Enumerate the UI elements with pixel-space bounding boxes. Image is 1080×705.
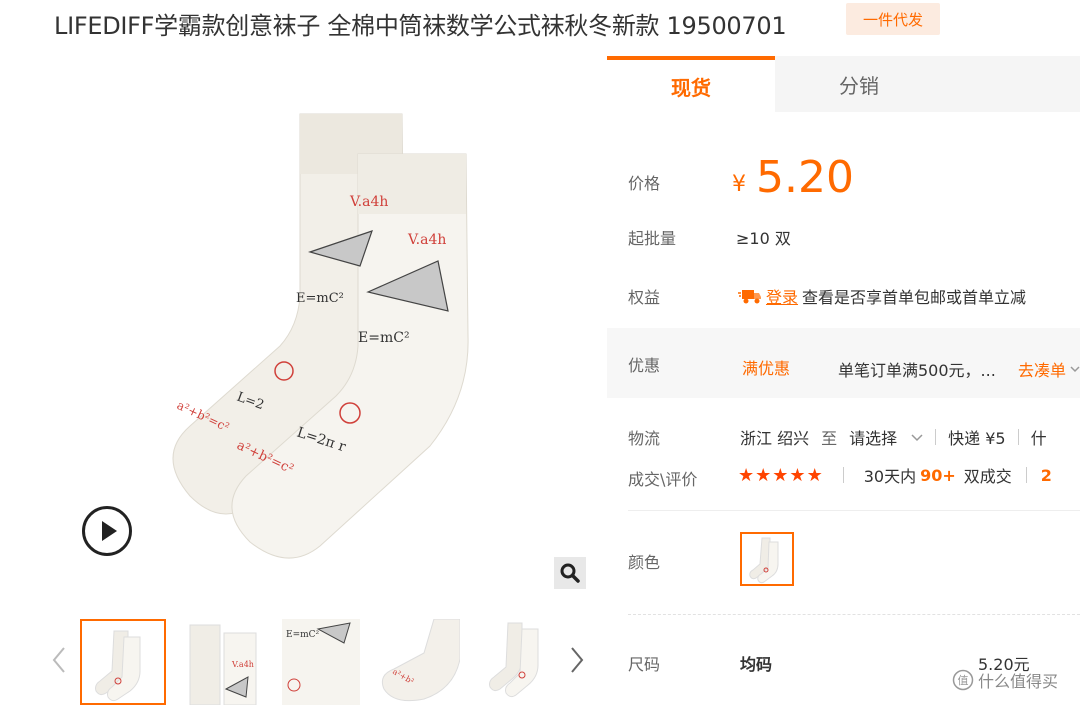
logistics-row: 浙江 绍兴 至 请选择 快递 ¥5 什	[740, 425, 1047, 449]
deal-suffix: 双成交	[963, 467, 1012, 486]
thumbnail-5[interactable]	[478, 619, 564, 705]
destination-select[interactable]: 请选择	[849, 425, 923, 449]
thumbnail-4[interactable]: a²+b²	[374, 619, 460, 705]
ship-to-word: 至	[821, 429, 838, 448]
moq-label: 起批量	[628, 229, 677, 248]
benefits-row: 登录 查看是否享首单包邮或首单立减	[738, 284, 1026, 308]
dropship-badge[interactable]: 一件代发	[846, 3, 940, 35]
deal-count: 90+	[920, 465, 956, 485]
sock-text: V.a4h	[349, 194, 388, 210]
review-count[interactable]: 2	[1041, 466, 1052, 485]
promo-text: 单笔订单满500元，...	[838, 361, 996, 380]
zoom-button[interactable]	[554, 557, 586, 589]
sock-text: V.a4h	[407, 232, 446, 248]
video-play-button[interactable]	[82, 506, 132, 556]
price-value: 5.20	[756, 152, 854, 203]
chevron-right-icon	[571, 647, 584, 673]
delivery-truck-icon	[738, 290, 761, 304]
star-icon: ★	[789, 464, 806, 486]
product-title: LIFEDIFF学霸款创意袜子 全棉中筒袜数学公式袜秋冬新款 19500701	[54, 12, 787, 40]
benefits-label: 权益	[628, 288, 661, 307]
transactions-row: ★ ★ ★ ★ ★ 30天内 90+ 双成交 2	[738, 463, 1052, 487]
size-label: 尺码	[628, 655, 661, 674]
tab-distribution[interactable]: 分销	[775, 56, 943, 112]
ship-from: 浙江 绍兴	[740, 429, 810, 448]
thumbnail-next-button[interactable]	[566, 640, 588, 680]
rating-stars: ★ ★ ★ ★ ★	[738, 465, 823, 486]
price-currency: ¥	[732, 172, 746, 197]
thumbnail-1[interactable]	[80, 619, 166, 705]
play-icon	[102, 521, 117, 541]
sock-illustration: V.a4h E=mC² L=2 a²+b²=c² V.a4h E=mC² L=2…	[172, 113, 469, 559]
color-swatch[interactable]	[740, 532, 794, 586]
chevron-down-icon	[911, 434, 923, 442]
svg-text:V.a4h: V.a4h	[231, 660, 254, 669]
promo-tag: 满优惠	[742, 359, 791, 378]
magnifier-icon	[560, 563, 580, 583]
svg-text:值: 值	[958, 674, 969, 687]
thumbnail-2[interactable]: V.a4h	[184, 619, 270, 705]
promo-label: 优惠	[628, 356, 661, 375]
divider	[935, 429, 937, 445]
watermark-text: 什么值得买	[978, 672, 1059, 691]
svg-text:E=mC²: E=mC²	[286, 630, 320, 640]
divider	[842, 467, 844, 483]
section-divider	[628, 510, 1080, 511]
thumbnail-3[interactable]: E=mC²	[278, 619, 364, 705]
sock-text: E=mC²	[358, 330, 410, 346]
star-icon: ★	[755, 464, 772, 486]
destination-value: 请选择	[849, 429, 898, 448]
color-swatch-image	[749, 537, 779, 584]
size-value: 均码	[740, 655, 773, 674]
watermark-logo-icon: 值	[952, 669, 974, 691]
tab-in-stock[interactable]: 现货	[607, 56, 775, 112]
transactions-label: 成交\评价	[628, 470, 698, 489]
star-icon: ★	[738, 464, 755, 486]
sock-text: E=mC²	[296, 291, 344, 306]
deal-prefix: 30天内	[863, 467, 917, 486]
go-collect-label: 去凑单	[1018, 361, 1067, 380]
thumbnail-prev-button[interactable]	[48, 640, 70, 680]
purchase-tabs: 现货 分销	[607, 56, 1080, 112]
section-divider	[628, 614, 1080, 615]
star-icon: ★	[772, 464, 789, 486]
price-label: 价格	[628, 174, 661, 193]
main-product-image[interactable]: V.a4h E=mC² L=2 a²+b²=c² V.a4h E=mC² L=2…	[60, 56, 590, 606]
shipping-fee: 快递 ¥5	[948, 429, 1006, 448]
divider	[1025, 467, 1027, 483]
go-collect-button[interactable]: 去凑单	[1018, 357, 1080, 381]
login-link[interactable]: 登录	[766, 284, 798, 308]
divider	[1017, 429, 1019, 445]
star-icon: ★	[806, 464, 823, 486]
logistics-label: 物流	[628, 429, 661, 448]
color-label: 颜色	[628, 553, 661, 572]
chevron-down-icon	[1070, 366, 1080, 373]
benefits-text: 查看是否享首单包邮或首单立减	[802, 288, 1027, 307]
chevron-left-icon	[52, 647, 65, 673]
site-watermark: 值 什么值得买	[952, 668, 1058, 692]
moq-value: ≥10 双	[736, 229, 791, 248]
logistics-more: 什	[1030, 429, 1047, 448]
